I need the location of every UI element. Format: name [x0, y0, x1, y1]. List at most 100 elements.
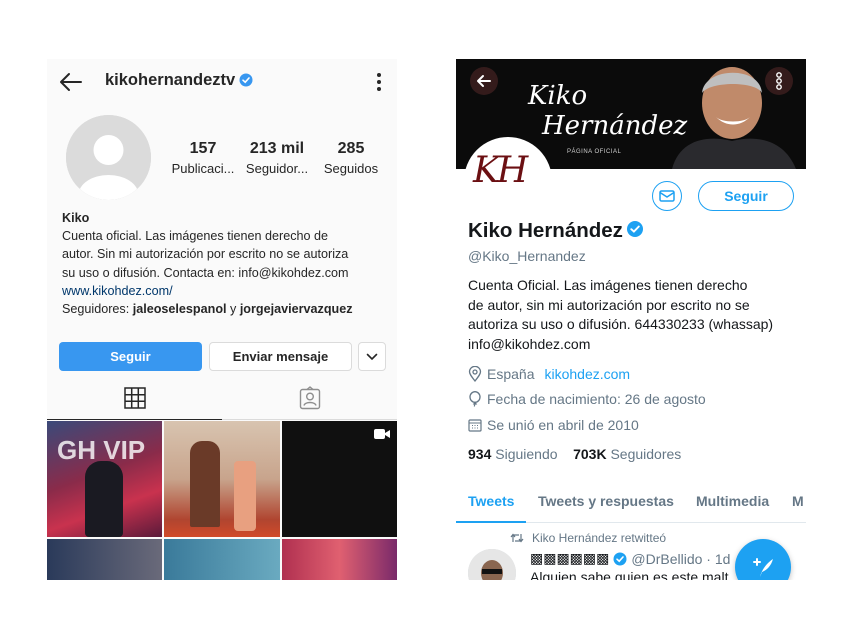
instagram-profile-panel: kikohernandeztv 157 Publicaci... 213 mil… — [47, 59, 397, 580]
tw-avatar-monogram: KH — [473, 150, 528, 191]
ig-stat-number: 285 — [337, 140, 365, 157]
ig-bio-line: autor. Sin mi autorización por escrito n… — [62, 247, 349, 262]
ig-stat-followers[interactable]: 213 mil Seguidor... — [241, 139, 313, 179]
envelope-icon — [659, 190, 675, 202]
ig-stat-number: 213 mil — [249, 140, 305, 157]
tweet-text[interactable]: Alguien sabe quien es este malt — [530, 569, 728, 580]
tw-follow-button[interactable]: Seguir — [698, 181, 794, 211]
tw-location-row: España kikohdez.com — [468, 364, 630, 384]
ig-message-button[interactable]: Enviar mensaje — [209, 342, 352, 371]
ig-stat-label: Seguidor... — [245, 161, 309, 176]
ig-follower-link[interactable]: jorgejaviervazquez — [240, 302, 353, 316]
ig-stat-label: Publicaci... — [171, 161, 235, 176]
ig-tabs — [47, 380, 397, 420]
ig-actions: Seguir Enviar mensaje — [59, 342, 387, 372]
ig-bio-line: Cuenta oficial. Las imágenes tienen dere… — [62, 229, 329, 244]
ig-stat-number: 157 — [189, 140, 217, 157]
tw-follow-counts: 934 Siguiendo 703K Seguidores — [468, 446, 681, 462]
tweet-author-handle[interactable]: @DrBellido — [631, 551, 702, 567]
tw-bio-line: de autor, sin mi autorización por escrit… — [468, 296, 750, 313]
tagged-person-icon — [299, 386, 321, 410]
tweet-separator: · — [706, 550, 711, 567]
tab-media[interactable]: Multimedia — [696, 493, 769, 509]
tw-followers-count[interactable]: 703K — [573, 446, 606, 462]
chevron-down-icon — [366, 353, 378, 361]
tw-followers-label[interactable]: Seguidores — [610, 446, 681, 462]
tw-banner-name-line1: Kiko — [528, 81, 588, 111]
tab-grid[interactable] — [47, 380, 222, 420]
balloon-icon — [469, 391, 481, 407]
ig-post-thumbnail[interactable] — [282, 539, 397, 580]
ig-stats: 157 Publicaci... 213 mil Seguidor... 285… — [167, 139, 387, 179]
ig-stat-following[interactable]: 285 Seguidos — [315, 139, 387, 179]
back-arrow-icon — [477, 75, 491, 87]
ig-bio-line: su uso o difusión. Contacta en: info@kik… — [62, 265, 349, 280]
back-button[interactable] — [470, 67, 498, 95]
tab-likes[interactable]: M — [792, 493, 804, 509]
tw-joined-row: Se unió en abril de 2010 — [468, 415, 639, 435]
verified-badge-icon — [239, 73, 253, 87]
tw-retweet-text: Kiko Hernández retwitteó — [532, 531, 667, 545]
ig-avatar[interactable] — [66, 115, 151, 200]
ig-username-row: kikohernandeztv — [105, 71, 253, 90]
more-options-icon[interactable] — [373, 70, 385, 94]
ig-header: kikohernandeztv — [47, 59, 397, 105]
ig-followed-by: Seguidores: jaleoselespanol y jorgejavie… — [62, 300, 392, 318]
tab-tweets-and-replies[interactable]: Tweets y respuestas — [538, 493, 674, 509]
tw-joined: Se unió en abril de 2010 — [487, 417, 639, 433]
tw-following-label[interactable]: Siguiendo — [495, 446, 557, 462]
tw-retweet-note: Kiko Hernández retwitteó — [510, 531, 666, 545]
tweet-avatar-image — [468, 549, 516, 580]
tw-website-link[interactable]: kikohdez.com — [544, 364, 630, 384]
back-arrow-icon[interactable] — [57, 68, 85, 96]
tw-following-count[interactable]: 934 — [468, 446, 491, 462]
more-vertical-icon — [776, 72, 782, 90]
tw-banner-subtitle: PÁGINA OFICIAL — [567, 149, 622, 155]
ig-follow-button[interactable]: Seguir — [59, 342, 202, 371]
ig-post-thumbnail[interactable] — [282, 421, 397, 537]
ig-post-thumbnail[interactable] — [164, 421, 280, 537]
tweet-time: 1d — [714, 550, 731, 567]
ig-stat-label: Seguidos — [323, 161, 379, 176]
tab-tagged[interactable] — [222, 380, 397, 420]
ig-post-grid: GH VIP — [47, 421, 397, 580]
default-avatar-icon — [66, 115, 151, 200]
compose-tweet-button[interactable] — [735, 539, 791, 580]
tw-message-button[interactable] — [652, 181, 682, 211]
ig-post-thumbnail[interactable] — [47, 539, 162, 580]
tweet-header: ▩▩▩▩▩▩ @DrBellido · 1d — [530, 550, 730, 567]
ig-followed-by-connector: y — [230, 302, 237, 317]
ig-stat-posts[interactable]: 157 Publicaci... — [167, 139, 239, 179]
ig-post-thumbnail[interactable]: GH VIP — [47, 421, 162, 537]
more-options-button[interactable] — [765, 67, 793, 95]
calendar-icon — [468, 419, 482, 432]
ig-suggestions-button[interactable] — [358, 342, 386, 371]
location-pin-icon — [468, 366, 482, 382]
tw-tabs: Tweets Tweets y respuestas Multimedia M — [456, 483, 806, 523]
tw-bio: Cuenta Oficial. Las imágenes tienen dere… — [468, 276, 798, 354]
ig-post-thumbnail[interactable] — [164, 539, 280, 580]
tw-bio-line: autoriza su uso o difusión. 644330233 (w… — [468, 316, 774, 332]
tw-location: España — [487, 366, 535, 382]
verified-badge-icon — [626, 221, 643, 237]
tweet-author-avatar[interactable] — [468, 549, 516, 580]
compose-feather-icon — [753, 558, 773, 577]
verified-badge-icon — [613, 552, 627, 565]
grid-icon — [124, 387, 146, 409]
ig-website-link[interactable]: www.kikohdez.com/ — [62, 282, 392, 300]
video-camera-icon — [374, 429, 390, 439]
tw-display-name-row: Kiko Hernández — [468, 219, 644, 243]
tab-tweets[interactable]: Tweets — [468, 493, 514, 509]
twitter-profile-panel: Kiko Hernández PÁGINA OFICIAL KH Seguir … — [456, 59, 806, 580]
tw-avatar[interactable]: KH — [464, 137, 552, 225]
ig-follower-link[interactable]: jaleoselespanol — [133, 302, 227, 316]
retweet-icon — [510, 533, 524, 543]
tw-bio-line: info@kikohdez.com — [468, 335, 591, 352]
tw-display-name: Kiko Hernández — [468, 219, 623, 242]
ig-bio: Kiko Cuenta oficial. Las imágenes tienen… — [62, 209, 392, 318]
tw-birthday-row: Fecha de nacimiento: 26 de agosto — [468, 389, 706, 409]
tweet-author-name[interactable]: ▩▩▩▩▩▩ — [530, 550, 609, 567]
ig-username: kikohernandeztv — [105, 71, 236, 89]
tw-handle: @Kiko_Hernandez — [468, 248, 586, 264]
tw-bio-line: Cuenta Oficial. Las imágenes tienen dere… — [468, 277, 748, 293]
